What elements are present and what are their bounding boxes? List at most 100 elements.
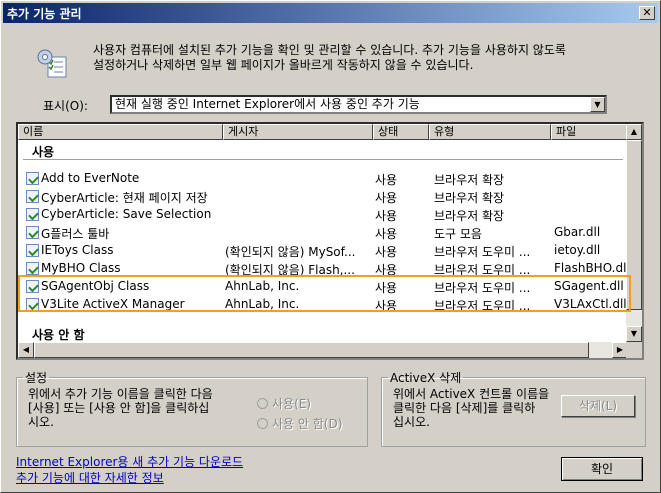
item-file: FlashBHO.dll	[554, 261, 628, 275]
group-disabled: 사용 안 함	[32, 328, 85, 342]
addon-icon	[26, 298, 39, 311]
item-publisher: AhnLab, Inc.	[225, 297, 300, 311]
column-header-file[interactable]: 파일	[551, 124, 628, 140]
delete-button-label: 삭제(L)	[578, 399, 618, 413]
item-status: 사용	[375, 281, 398, 295]
column-header-publisher[interactable]: 게시자	[223, 124, 373, 140]
addons-list[interactable]: 이름 게시자 상태 유형 파일 사용 Add to EverNote 사용 브라…	[16, 122, 644, 360]
list-item[interactable]: CyberArticle: Save Selection 사용 브라우저 확장	[18, 206, 628, 224]
window-title: 추가 기능 관리	[7, 6, 82, 21]
disable-radio[interactable]: 사용 안 함(D)	[257, 415, 342, 432]
activex-line-3: 십시오.	[393, 415, 430, 429]
item-type: 도구 모음	[434, 227, 482, 241]
item-status: 사용	[375, 299, 398, 313]
scrollbar-corner	[626, 342, 642, 358]
item-file: Gbar.dll	[554, 225, 601, 239]
list-item[interactable]: CyberArticle: 현재 페이지 저장 사용 브라우저 확장	[18, 188, 628, 206]
group-enabled-divider	[23, 159, 623, 160]
item-file: ietoy.dll	[554, 243, 601, 257]
download-addons-link[interactable]: Internet Explorer용 새 추가 기능 다운로드	[16, 453, 243, 470]
close-button[interactable]: ✕	[639, 6, 655, 20]
item-name: MyBHO Class	[41, 261, 121, 275]
addon-icon	[26, 280, 39, 293]
add-ons-dialog: 추가 기능 관리 ✕ 사용자 컴퓨터에 설치된 추가 기능을 확인 및 관리할 …	[0, 0, 661, 493]
horizontal-scrollbar[interactable]: ◀ ▶	[18, 342, 628, 358]
ok-button[interactable]: 확인	[561, 457, 643, 481]
item-name: V3Lite ActiveX Manager	[41, 297, 185, 311]
addon-icon	[26, 172, 39, 185]
list-item[interactable]: IEToys Class (확인되지 않음) MySof... 사용 브라우저 …	[18, 242, 628, 260]
item-status: 사용	[375, 173, 398, 187]
horizontal-scroll-thumb[interactable]	[34, 342, 589, 358]
item-status: 사용	[375, 209, 398, 223]
enable-radio[interactable]: 사용(E)	[257, 395, 311, 412]
settings-line-1: 위에서 추가 기능 이름을 클릭한 다음	[28, 387, 213, 401]
list-header: 이름 게시자 상태 유형 파일	[18, 124, 628, 140]
delete-button[interactable]: 삭제(L)	[561, 395, 635, 417]
dropdown-arrow-icon[interactable]: ▼	[590, 97, 605, 112]
settings-description: 위에서 추가 기능 이름을 클릭한 다음 [사용] 또는 [사용 안 함]을 클…	[28, 387, 238, 429]
column-header-type[interactable]: 유형	[429, 124, 551, 140]
item-type: 브라우저 도우미 ...	[434, 245, 531, 259]
item-name: SGAgentObj Class	[41, 279, 150, 293]
item-publisher: AhnLab, Inc.	[225, 279, 300, 293]
settings-legend: 설정	[25, 371, 48, 385]
intro-description: 사용자 컴퓨터에 설치된 추가 기능을 확인 및 관리할 수 있습니다. 추가 …	[93, 43, 653, 73]
addon-icon	[26, 190, 39, 203]
item-name: CyberArticle: Save Selection	[41, 207, 212, 221]
intro-line-2: 설정하거나 삭제하면 일부 웹 페이지가 올바르게 작동하지 않을 수 있습니다…	[93, 58, 474, 72]
disable-radio-label: 사용 안 함(D)	[272, 417, 343, 431]
column-header-name[interactable]: 이름	[18, 124, 223, 140]
radio-circle-icon	[257, 398, 268, 409]
group-enabled: 사용	[32, 145, 55, 159]
item-type: 브라우저 확장	[434, 173, 505, 187]
activex-description: 위에서 ActiveX 컨트롤 이름을 클릭한 다음 [삭제]를 클릭하 십시오…	[393, 387, 563, 429]
item-name: CyberArticle: 현재 페이지 저장	[41, 191, 208, 205]
show-dropdown[interactable]: 현재 실행 중인 Internet Explorer에서 사용 중인 추가 기능…	[110, 95, 607, 114]
show-dropdown-value: 현재 실행 중인 Internet Explorer에서 사용 중인 추가 기능	[115, 97, 420, 111]
item-type: 브라우저 확장	[434, 191, 505, 205]
list-item[interactable]: V3Lite ActiveX Manager AhnLab, Inc. 사용 브…	[18, 296, 628, 314]
addon-icon	[26, 244, 39, 257]
scroll-down-icon[interactable]: ▼	[626, 326, 642, 342]
addon-icon	[26, 226, 39, 239]
item-publisher: (확인되지 않음) Flash,...	[225, 263, 355, 277]
item-file: SGagent.dll	[554, 279, 624, 293]
addon-icon	[26, 262, 39, 275]
close-icon: ✕	[642, 6, 652, 19]
item-status: 사용	[375, 263, 398, 277]
item-type: 브라우저 도우미 ...	[434, 299, 531, 313]
title-bar: 추가 기능 관리 ✕	[3, 3, 658, 23]
addon-icon	[26, 208, 39, 221]
item-name: IEToys Class	[41, 243, 114, 257]
item-type: 브라우저 도우미 ...	[434, 281, 531, 295]
item-file: V3LAxCtl.dll	[554, 297, 627, 311]
addons-settings-icon	[37, 49, 67, 78]
list-item[interactable]: MyBHO Class (확인되지 않음) Flash,... 사용 브라우저 …	[18, 260, 628, 278]
item-type: 브라우저 도우미 ...	[434, 263, 531, 277]
list-item[interactable]: Add to EverNote 사용 브라우저 확장	[18, 170, 628, 188]
scroll-left-icon[interactable]: ◀	[18, 342, 34, 358]
intro-line-1: 사용자 컴퓨터에 설치된 추가 기능을 확인 및 관리할 수 있습니다. 추가 …	[93, 43, 566, 57]
vertical-scroll-thumb[interactable]	[626, 140, 642, 310]
item-name: G플러스 툴바	[41, 227, 110, 241]
column-header-status[interactable]: 상태	[373, 124, 429, 140]
item-status: 사용	[375, 227, 398, 241]
radio-circle-icon	[257, 418, 268, 429]
more-info-link[interactable]: 추가 기능에 대한 자세한 정보	[16, 469, 164, 486]
ok-button-label: 확인	[590, 462, 614, 476]
settings-line-2: [사용] 또는 [사용 안 함]을 클릭하십	[28, 401, 210, 415]
show-label: 표시(O):	[43, 99, 88, 113]
item-publisher: (확인되지 않음) MySof...	[225, 245, 356, 259]
activex-line-1: 위에서 ActiveX 컨트롤 이름을	[393, 387, 550, 401]
settings-line-3: 시오.	[28, 415, 54, 429]
item-status: 사용	[375, 191, 398, 205]
list-item[interactable]: G플러스 툴바 사용 도구 모음 Gbar.dll	[18, 224, 628, 242]
scroll-up-icon[interactable]: ▲	[626, 124, 642, 140]
list-item[interactable]: SGAgentObj Class AhnLab, Inc. 사용 브라우저 도우…	[18, 278, 628, 296]
item-type: 브라우저 확장	[434, 209, 505, 223]
vertical-scrollbar[interactable]: ▲ ▼	[626, 124, 642, 342]
item-status: 사용	[375, 245, 398, 259]
activex-legend: ActiveX 삭제	[390, 371, 462, 385]
enable-radio-label: 사용(E)	[272, 397, 312, 411]
